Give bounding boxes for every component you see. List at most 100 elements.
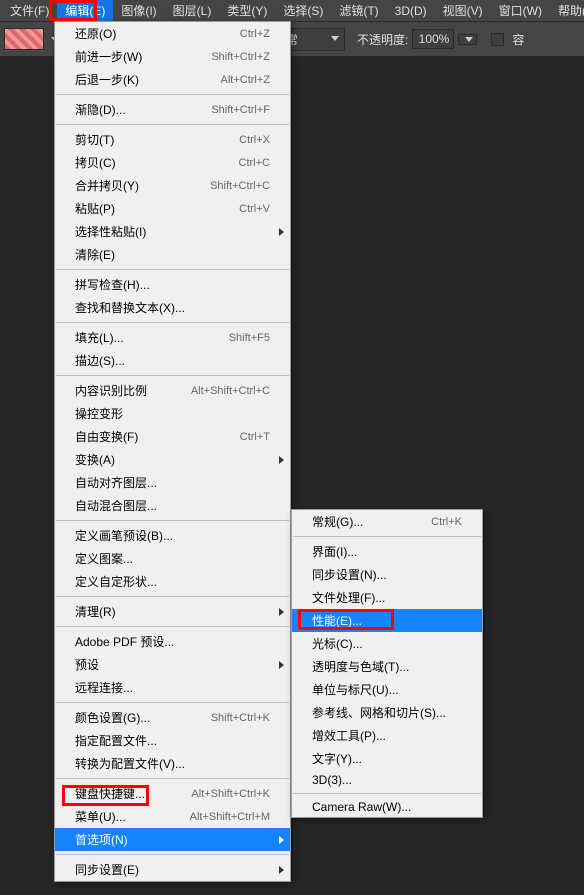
menubar-item[interactable]: 图像(I) <box>113 0 164 22</box>
menu-separator <box>56 626 289 627</box>
menu-separator <box>56 375 289 376</box>
menu-item-label: 自由变换(F) <box>75 428 138 445</box>
menu-item[interactable]: 预设 <box>55 653 290 676</box>
menu-item-shortcut: Shift+F5 <box>229 332 270 344</box>
menu-item-shortcut: Alt+Shift+Ctrl+M <box>190 811 270 823</box>
opacity-input[interactable]: 100% <box>412 29 454 49</box>
menu-item[interactable]: 指定配置文件... <box>55 729 290 752</box>
menu-item[interactable]: 文件处理(F)... <box>292 586 482 609</box>
menubar-item[interactable]: 帮助(H <box>550 0 584 22</box>
menu-item[interactable]: 界面(I)... <box>292 540 482 563</box>
menu-item[interactable]: 键盘快捷键...Alt+Shift+Ctrl+K <box>55 782 290 805</box>
menu-separator <box>56 596 289 597</box>
menu-item[interactable]: 合并拷贝(Y)Shift+Ctrl+C <box>55 174 290 197</box>
menu-item[interactable]: 转换为配置文件(V)... <box>55 752 290 775</box>
menu-item-shortcut: Shift+Ctrl+K <box>211 712 270 724</box>
menu-item-label: 自动对齐图层... <box>75 474 157 491</box>
menu-item[interactable]: 变换(A) <box>55 448 290 471</box>
menu-item-label: 颜色设置(G)... <box>75 709 150 726</box>
flow-label: 容 <box>512 31 524 48</box>
menu-item-shortcut: Ctrl+T <box>240 431 270 443</box>
menu-separator <box>56 778 289 779</box>
menu-item[interactable]: 描边(S)... <box>55 349 290 372</box>
menu-item-label: 指定配置文件... <box>75 732 157 749</box>
menu-separator <box>56 702 289 703</box>
menu-item[interactable]: 清理(R) <box>55 600 290 623</box>
menu-item-label: 增效工具(P)... <box>312 727 386 744</box>
menu-item-label: 查找和替换文本(X)... <box>75 299 185 316</box>
menu-item-shortcut: Ctrl+C <box>239 157 270 169</box>
menu-item[interactable]: 选择性粘贴(I) <box>55 220 290 243</box>
menubar-item[interactable]: 文件(F) <box>2 0 57 22</box>
menu-item[interactable]: 清除(E) <box>55 243 290 266</box>
menu-item[interactable]: 颜色设置(G)... Shift+Ctrl+K <box>55 706 290 729</box>
menubar-item[interactable]: 视图(V) <box>435 0 491 22</box>
menu-separator <box>293 536 481 537</box>
menu-item[interactable]: 拷贝(C)Ctrl+C <box>55 151 290 174</box>
menu-item[interactable]: 光标(C)... <box>292 632 482 655</box>
menu-item-label: Camera Raw(W)... <box>312 800 411 814</box>
menubar-item[interactable]: 滤镜(T) <box>331 0 386 22</box>
menu-item[interactable]: 单位与标尺(U)... <box>292 678 482 701</box>
menu-item[interactable]: 3D(3)... <box>292 770 482 790</box>
menu-item-label: 变换(A) <box>75 451 115 468</box>
menubar-item[interactable]: 编辑(E) <box>57 0 113 22</box>
menu-item-label: 还原(O) <box>75 25 116 42</box>
menu-item[interactable]: 前进一步(W)Shift+Ctrl+Z <box>55 45 290 68</box>
menu-item-label: 选择性粘贴(I) <box>75 223 146 240</box>
menu-item-label: 剪切(T) <box>75 131 114 148</box>
menu-item[interactable]: 参考线、网格和切片(S)... <box>292 701 482 724</box>
menu-item[interactable]: 定义画笔预设(B)... <box>55 524 290 547</box>
opacity-dropdown[interactable] <box>458 34 477 45</box>
menu-item[interactable]: 文字(Y)... <box>292 747 482 770</box>
menu-item[interactable]: 同步设置(E) <box>55 858 290 881</box>
menu-item[interactable]: 操控变形 <box>55 402 290 425</box>
menubar-item[interactable]: 3D(D) <box>387 1 435 21</box>
menu-item[interactable]: 内容识别比例Alt+Shift+Ctrl+C <box>55 379 290 402</box>
menu-item[interactable]: 同步设置(N)... <box>292 563 482 586</box>
menu-item-label: 同步设置(E) <box>75 861 139 878</box>
menu-item-label: 填充(L)... <box>75 329 124 346</box>
menubar-item[interactable]: 窗口(W) <box>491 0 550 22</box>
menu-item[interactable]: 拼写检查(H)... <box>55 273 290 296</box>
pattern-swatch[interactable] <box>4 28 44 50</box>
menu-separator <box>56 854 289 855</box>
menu-item[interactable]: 后退一步(K)Alt+Ctrl+Z <box>55 68 290 91</box>
menu-item-label: 合并拷贝(Y) <box>75 177 139 194</box>
menu-item-label: 文件处理(F)... <box>312 589 385 606</box>
menubar-item[interactable]: 类型(Y) <box>219 0 275 22</box>
menu-item[interactable]: 性能(E)... <box>292 609 482 632</box>
flow-checkbox[interactable] <box>491 33 504 46</box>
menu-item[interactable]: 定义图案... <box>55 547 290 570</box>
menubar-item[interactable]: 选择(S) <box>275 0 331 22</box>
menu-item-label: 3D(3)... <box>312 773 352 787</box>
menu-item[interactable]: 填充(L)... Shift+F5 <box>55 326 290 349</box>
menu-item[interactable]: 渐隐(D)...Shift+Ctrl+F <box>55 98 290 121</box>
menu-separator <box>56 269 289 270</box>
menu-item[interactable]: 常规(G)...Ctrl+K <box>292 510 482 533</box>
menu-item[interactable]: 透明度与色域(T)... <box>292 655 482 678</box>
menu-item[interactable]: Adobe PDF 预设... <box>55 630 290 653</box>
menu-item-shortcut: Ctrl+K <box>431 516 462 528</box>
menu-item[interactable]: 查找和替换文本(X)... <box>55 296 290 319</box>
menu-item[interactable]: 自动混合图层... <box>55 494 290 517</box>
menu-item[interactable]: 粘贴(P)Ctrl+V <box>55 197 290 220</box>
menu-item-shortcut: Shift+Ctrl+F <box>211 104 270 116</box>
menu-item[interactable]: 首选项(N) <box>55 828 290 851</box>
menu-item-label: 定义图案... <box>75 550 133 567</box>
menu-separator <box>56 322 289 323</box>
menu-item[interactable]: 定义自定形状... <box>55 570 290 593</box>
menu-item[interactable]: 自动对齐图层... <box>55 471 290 494</box>
menu-item[interactable]: 远程连接... <box>55 676 290 699</box>
menu-item-label: 菜单(U)... <box>75 808 126 825</box>
edit-menu: 还原(O)Ctrl+Z前进一步(W)Shift+Ctrl+Z后退一步(K)Alt… <box>54 21 291 882</box>
opacity-label: 不透明度: <box>357 31 408 48</box>
menubar-item[interactable]: 图层(L) <box>165 0 220 22</box>
menu-item[interactable]: Camera Raw(W)... <box>292 797 482 817</box>
menu-item[interactable]: 增效工具(P)... <box>292 724 482 747</box>
menu-item[interactable]: 自由变换(F) Ctrl+T <box>55 425 290 448</box>
menu-item[interactable]: 剪切(T)Ctrl+X <box>55 128 290 151</box>
menu-item[interactable]: 还原(O)Ctrl+Z <box>55 22 290 45</box>
menu-item-label: 透明度与色域(T)... <box>312 658 409 675</box>
menu-item[interactable]: 菜单(U)... Alt+Shift+Ctrl+M <box>55 805 290 828</box>
